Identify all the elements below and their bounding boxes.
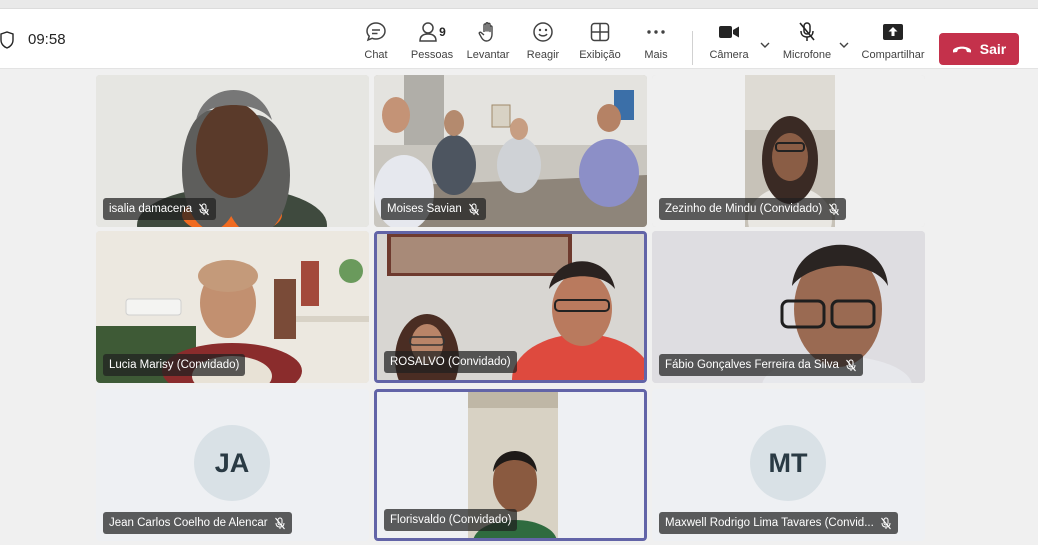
chat-button[interactable]: Chat [358,20,394,66]
participant-tile[interactable]: Moises Savian [374,75,647,227]
participant-name-tag: Florisvaldo (Convidado) [384,509,518,531]
shield-icon [0,31,14,49]
muted-mic-icon [274,517,285,529]
participant-tile[interactable]: Zezinho de Mindu (Convidado) [652,75,925,227]
view-button[interactable]: Exibição [578,20,622,66]
window-title-strip [0,0,1038,9]
camera-options-chevron-icon[interactable] [759,40,771,50]
toolbar-divider [692,31,693,65]
more-button[interactable]: Mais [640,20,672,66]
camera-icon [719,26,739,38]
participant-name-tag: Fábio Gonçalves Ferreira da Silva [659,354,863,376]
meeting-timer: 09:58 [28,31,66,48]
raise-hand-button[interactable]: Levantar [466,20,510,66]
participant-tile-active-speaker[interactable]: ROSALVO (Convidado) [374,231,647,383]
participant-name-tag: Jean Carlos Coelho de Alencar [103,512,292,534]
participant-tile[interactable]: JA Jean Carlos Coelho de Alencar [96,389,369,541]
muted-mic-icon [468,203,479,215]
muted-mic-icon [199,203,210,215]
emoji-icon [533,22,553,42]
participant-name-tag: Moises Savian [381,198,486,220]
people-count: 9 [439,25,446,39]
react-button[interactable]: Reagir [526,20,560,66]
grid-view-icon [590,22,610,42]
chat-icon [366,22,386,42]
avatar: JA [194,425,270,501]
participant-tile[interactable]: MT Maxwell Rodrigo Lima Tavares (Convid.… [652,389,925,541]
share-screen-icon [883,24,903,40]
participant-tile[interactable]: Fábio Gonçalves Ferreira da Silva [652,231,925,383]
camera-button[interactable]: Câmera [707,20,751,66]
mic-options-chevron-icon[interactable] [838,40,850,50]
hang-up-icon [952,46,971,53]
participant-tile[interactable]: Lucia Marisy (Convidado) [96,231,369,383]
participant-name-tag: Maxwell Rodrigo Lima Tavares (Convid... [659,512,898,534]
muted-mic-icon [845,359,856,371]
microphone-button[interactable]: Microfone [780,20,834,66]
hand-icon [478,22,493,42]
leave-button[interactable]: Sair [939,33,1019,65]
participant-name-tag: isalia damacena [103,198,217,220]
participant-name-tag: Zezinho de Mindu (Convidado) [659,198,847,220]
share-button[interactable]: Compartilhar [860,20,926,66]
avatar: MT [750,425,826,501]
participant-name-tag: Lucia Marisy (Convidado) [103,354,246,376]
participant-tile[interactable]: isalia damacena [96,75,369,227]
muted-mic-icon [829,203,840,215]
muted-mic-icon [880,517,891,529]
people-icon [419,22,437,42]
participant-tile-active-speaker[interactable]: Florisvaldo (Convidado) [374,389,647,541]
mic-off-icon [799,22,815,41]
more-icon [647,30,665,34]
participant-name-tag: ROSALVO (Convidado) [384,351,517,373]
meeting-toolbar: 09:58 Chat 9 Pessoas Levantar Reagir Exi… [0,9,1038,69]
people-button[interactable]: 9 Pessoas [411,20,453,66]
